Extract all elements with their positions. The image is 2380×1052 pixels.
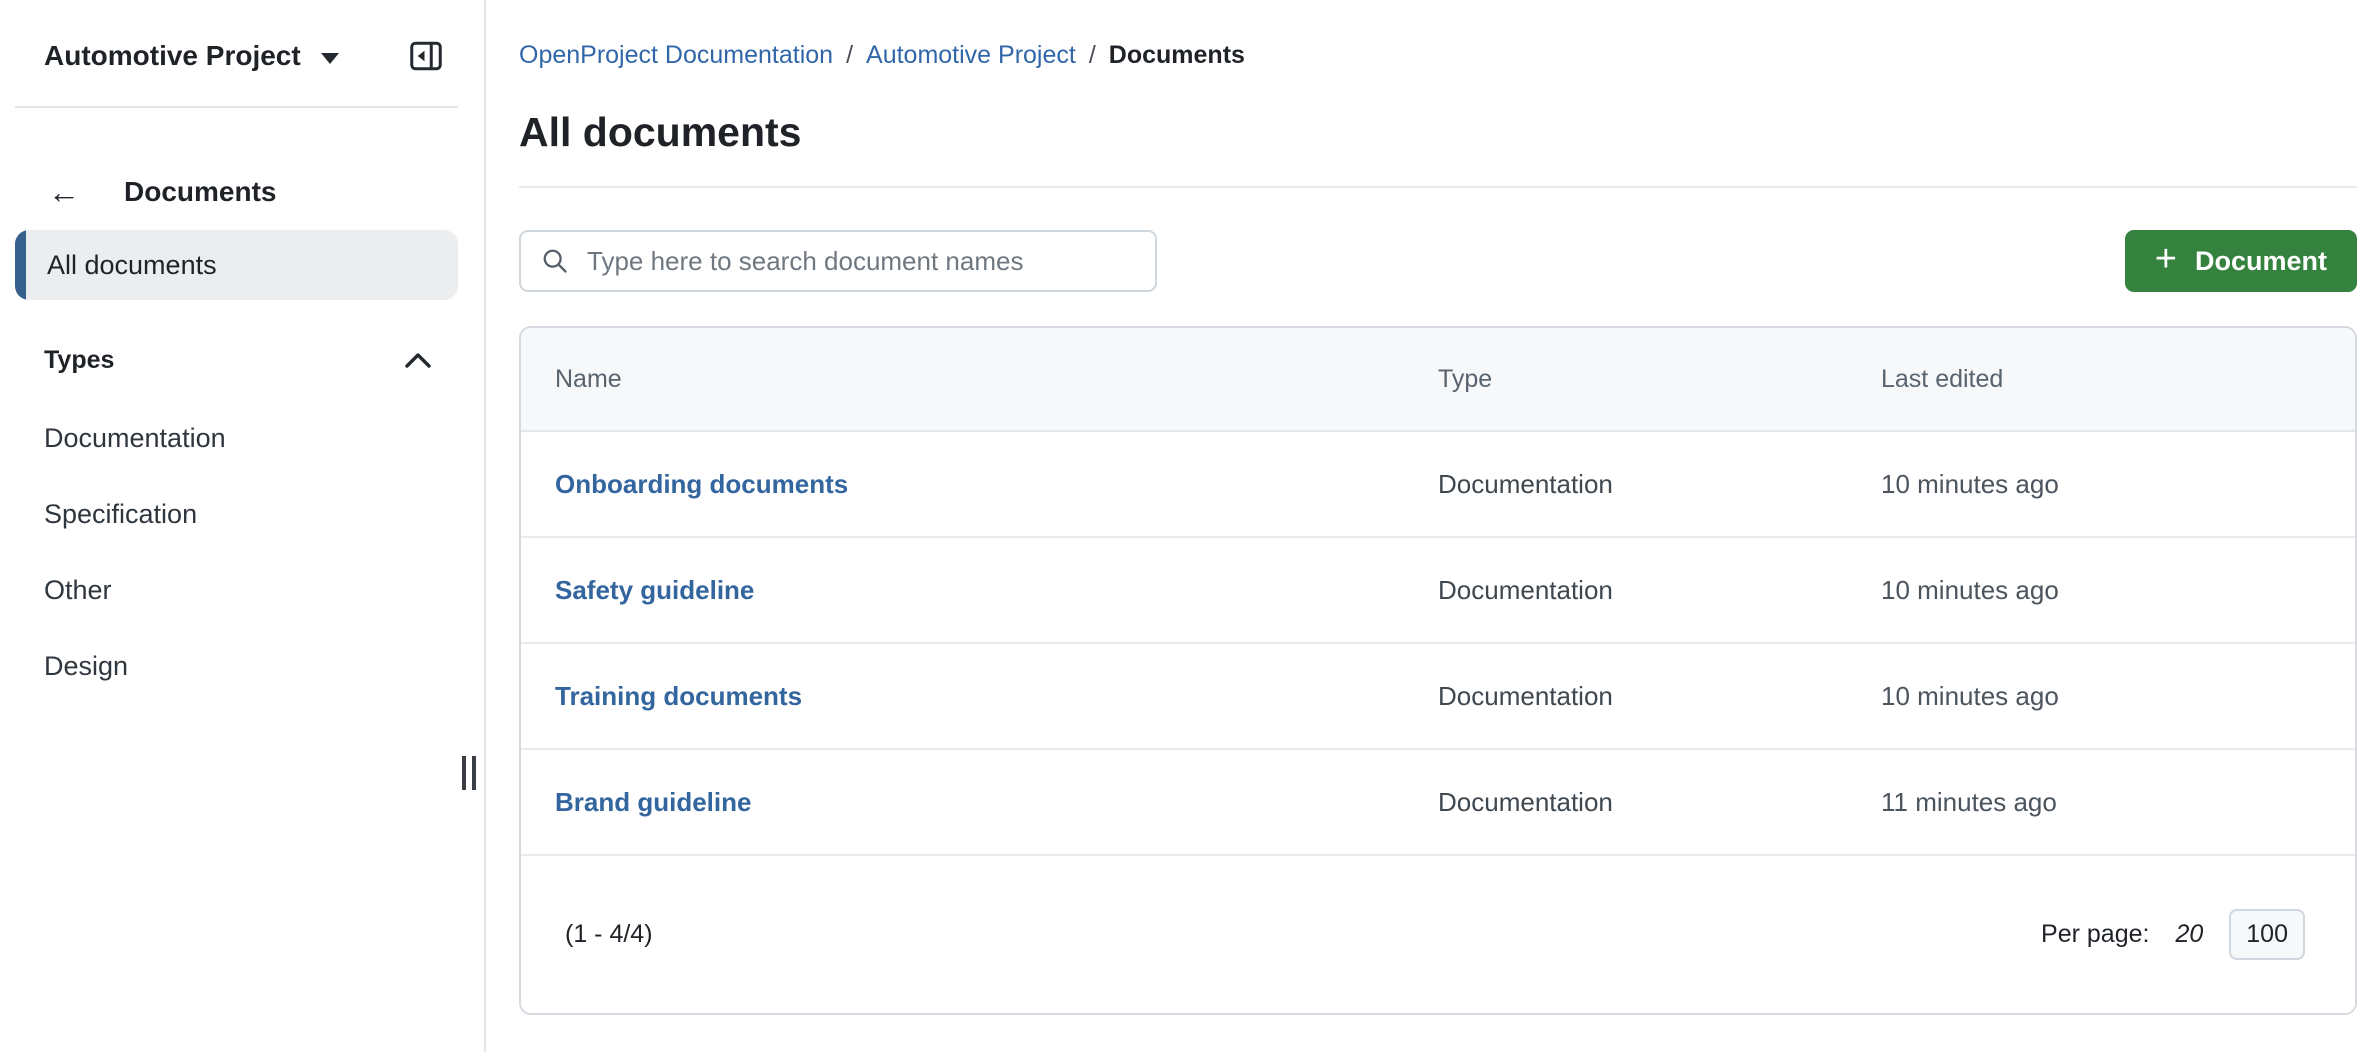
type-item-label: Specification bbox=[44, 499, 197, 530]
toolbar: + Document bbox=[519, 230, 2357, 292]
type-item-label: Design bbox=[44, 651, 128, 682]
per-page-control: Per page: 20 100 bbox=[2041, 909, 2305, 960]
column-header-name: Name bbox=[555, 365, 1438, 394]
document-last-edited-cell: 10 minutes ago bbox=[1881, 575, 2355, 606]
column-header-last-edited: Last edited bbox=[1881, 365, 2355, 394]
sidebar-resize-handle-icon[interactable] bbox=[462, 756, 478, 790]
table-footer: (1 - 4/4) Per page: 20 100 bbox=[521, 856, 2355, 1013]
table-row: Safety guideline Documentation 10 minute… bbox=[521, 538, 2355, 644]
documents-menu-header: ← Documents bbox=[0, 170, 484, 214]
breadcrumb-separator: / bbox=[1089, 41, 1096, 70]
per-page-current-20: 20 bbox=[2175, 920, 2203, 949]
back-arrow-icon[interactable]: ← bbox=[48, 176, 80, 208]
document-type-cell: Documentation bbox=[1438, 575, 1881, 606]
project-caret-down-icon bbox=[321, 53, 339, 64]
main-content: OpenProject Documentation / Automotive P… bbox=[486, 0, 2380, 1052]
resize-bar bbox=[472, 756, 476, 790]
per-page-label: Per page: bbox=[2041, 920, 2149, 949]
selected-accent-bar bbox=[15, 230, 26, 300]
document-last-edited-cell: 11 minutes ago bbox=[1881, 787, 2355, 818]
type-item-label: Other bbox=[44, 575, 112, 606]
document-type-cell: Documentation bbox=[1438, 469, 1881, 500]
panel-collapse-icon bbox=[408, 38, 444, 74]
page-title: All documents bbox=[519, 108, 2357, 156]
types-section-label: Types bbox=[44, 346, 114, 375]
plus-icon: + bbox=[2155, 240, 2177, 278]
sidebar-item-design[interactable]: Design bbox=[0, 628, 484, 704]
search-field-wrapper bbox=[519, 230, 1157, 292]
breadcrumb-link-openproject-documentation[interactable]: OpenProject Documentation bbox=[519, 41, 833, 70]
sidebar-item-specification[interactable]: Specification bbox=[0, 476, 484, 552]
sidebar-item-documentation[interactable]: Documentation bbox=[0, 400, 484, 476]
type-item-label: Documentation bbox=[44, 423, 226, 454]
menu-title: Documents bbox=[124, 176, 276, 208]
add-document-label: Document bbox=[2195, 246, 2327, 277]
project-switcher[interactable]: Automotive Project bbox=[0, 0, 484, 74]
result-range: (1 - 4/4) bbox=[565, 920, 653, 949]
table-row: Onboarding documents Documentation 10 mi… bbox=[521, 432, 2355, 538]
resize-bar bbox=[462, 756, 466, 790]
table-header-row: Name Type Last edited bbox=[521, 328, 2355, 432]
column-header-type: Type bbox=[1438, 365, 1881, 394]
breadcrumb: OpenProject Documentation / Automotive P… bbox=[519, 40, 2357, 70]
table-row: Training documents Documentation 10 minu… bbox=[521, 644, 2355, 750]
sidebar-item-all-documents[interactable]: All documents bbox=[15, 230, 458, 300]
per-page-option-100[interactable]: 100 bbox=[2229, 909, 2305, 960]
search-input[interactable] bbox=[519, 230, 1157, 292]
add-document-button[interactable]: + Document bbox=[2125, 230, 2357, 292]
sidebar-item-other[interactable]: Other bbox=[0, 552, 484, 628]
sidebar-divider bbox=[15, 106, 458, 108]
document-last-edited-cell: 10 minutes ago bbox=[1881, 469, 2355, 500]
chevron-up-icon bbox=[404, 352, 432, 369]
types-list: Documentation Specification Other Design bbox=[0, 400, 484, 704]
document-link-brand-guideline[interactable]: Brand guideline bbox=[555, 787, 1438, 818]
document-link-safety-guideline[interactable]: Safety guideline bbox=[555, 575, 1438, 606]
types-section-toggle[interactable]: Types bbox=[0, 338, 484, 382]
document-link-onboarding-documents[interactable]: Onboarding documents bbox=[555, 469, 1438, 500]
breadcrumb-separator: / bbox=[846, 41, 853, 70]
project-name[interactable]: Automotive Project bbox=[44, 40, 301, 72]
search-icon bbox=[541, 247, 569, 275]
collapse-sidebar-button[interactable] bbox=[406, 36, 446, 76]
document-link-training-documents[interactable]: Training documents bbox=[555, 681, 1438, 712]
breadcrumb-link-automotive-project[interactable]: Automotive Project bbox=[866, 41, 1076, 70]
documents-table-card: Name Type Last edited Onboarding documen… bbox=[519, 326, 2357, 1015]
document-type-cell: Documentation bbox=[1438, 681, 1881, 712]
documents-page: Automotive Project ← Documents All docum… bbox=[0, 0, 2380, 1052]
table-row: Brand guideline Documentation 11 minutes… bbox=[521, 750, 2355, 856]
sidebar: Automotive Project ← Documents All docum… bbox=[0, 0, 486, 1052]
sidebar-item-label: All documents bbox=[47, 250, 217, 281]
document-type-cell: Documentation bbox=[1438, 787, 1881, 818]
title-divider bbox=[519, 186, 2357, 188]
document-last-edited-cell: 10 minutes ago bbox=[1881, 681, 2355, 712]
breadcrumb-current: Documents bbox=[1109, 41, 1245, 70]
